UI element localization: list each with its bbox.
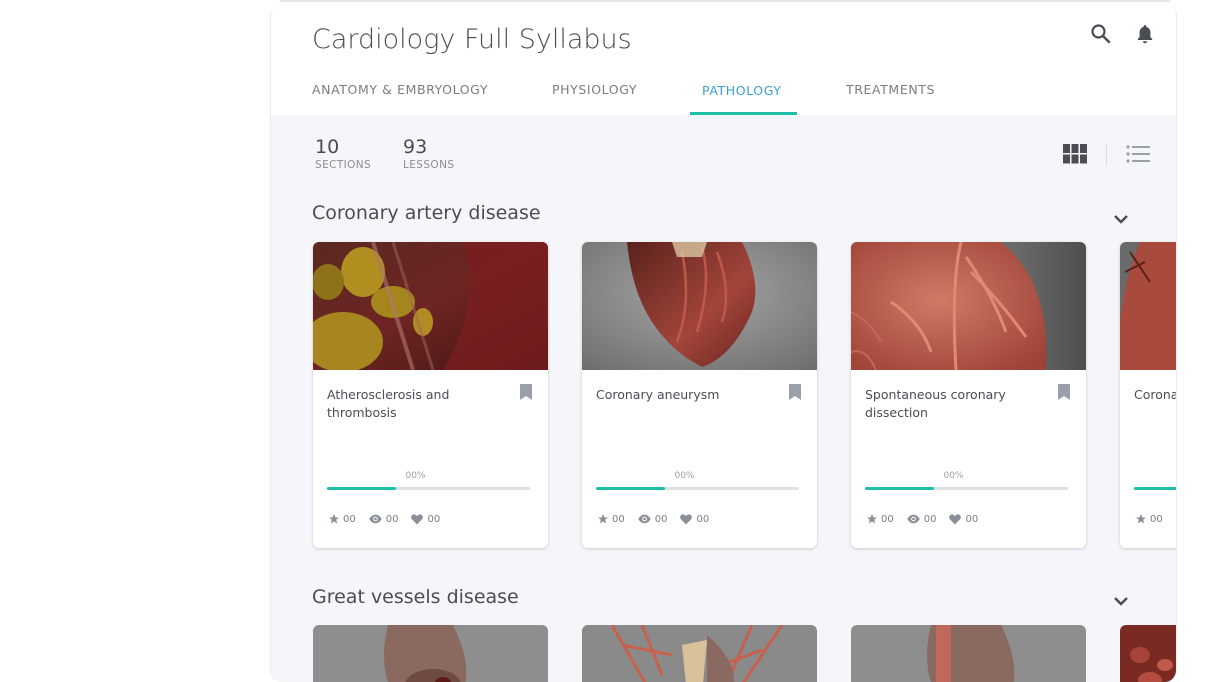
bookmark-icon[interactable]: [1057, 384, 1071, 400]
progress-fill: [865, 487, 935, 490]
chevron-down-icon[interactable]: [1113, 595, 1129, 607]
eye-icon: [368, 514, 382, 524]
progress-bar: [596, 487, 799, 490]
chevron-down-icon[interactable]: [1113, 213, 1129, 225]
stars-count: 00: [343, 513, 356, 525]
lesson-meta: 00 00 00: [866, 513, 990, 525]
progress-bar: [327, 487, 530, 490]
lesson-card-thumbnail[interactable]: [582, 625, 817, 682]
lesson-meta: 00: [1135, 513, 1175, 525]
list-view-icon[interactable]: [1126, 144, 1150, 164]
lesson-title: Atherosclerosis and thrombosis: [327, 387, 450, 420]
eye-icon: [906, 514, 920, 524]
sections-count: 10: [315, 136, 340, 158]
lesson-thumbnail: [1120, 625, 1176, 682]
stars-count: 00: [1150, 513, 1163, 525]
star-icon: [1136, 514, 1146, 524]
page-title: Cardiology Full Syllabus: [312, 24, 632, 55]
heart-icon: [949, 514, 962, 525]
progress-fill: [596, 487, 666, 490]
lesson-card-thumbnail[interactable]: [851, 625, 1086, 682]
heart-icon: [680, 514, 693, 525]
likes-count: 00: [696, 513, 710, 525]
lesson-thumbnail: [582, 242, 817, 370]
grid-view-icon[interactable]: [1063, 144, 1087, 164]
star-icon: [598, 514, 608, 524]
progress-fill: [327, 487, 397, 490]
sections-label: SECTIONS: [315, 159, 372, 171]
likes-count: 00: [965, 513, 979, 525]
views-count: 00: [923, 513, 937, 525]
views-count: 00: [385, 513, 399, 525]
tab-bar: ANATOMY & EMBRYOLOGY PHYSIOLOGY PATHOLOG…: [271, 78, 1176, 115]
tab-pathology[interactable]: PATHOLOGY: [702, 83, 782, 98]
lesson-title: Corona: [1134, 387, 1177, 402]
top-divider: [280, 0, 1170, 2]
lesson-card[interactable]: Atherosclerosis and thrombosis 00% 00 00…: [313, 242, 548, 548]
star-icon: [867, 514, 877, 524]
stat-lessons: 93 LESSONS: [403, 136, 454, 171]
bell-icon[interactable]: [1133, 22, 1157, 46]
tab-treatments[interactable]: TREATMENTS: [846, 82, 935, 97]
heart-icon: [411, 514, 424, 525]
lesson-thumbnail: [851, 625, 1086, 682]
progress-bar: [865, 487, 1068, 490]
progress-label: 00%: [943, 471, 964, 481]
tab-physiology[interactable]: PHYSIOLOGY: [552, 82, 637, 97]
progress-label: 00%: [674, 471, 695, 481]
bookmark-icon[interactable]: [788, 384, 802, 400]
stars-count: 00: [881, 513, 894, 525]
lesson-meta: 00 00 00: [597, 513, 721, 525]
search-icon[interactable]: [1089, 22, 1113, 46]
lesson-title: Spontaneous coronary dissection: [865, 387, 1006, 420]
lesson-thumbnail: [582, 625, 817, 682]
lesson-card-thumbnail[interactable]: [1120, 625, 1176, 682]
section-title: Coronary artery disease: [312, 202, 541, 224]
progress-label: 00%: [405, 471, 426, 481]
active-tab-indicator: [690, 112, 797, 115]
tab-anatomy-embryology[interactable]: ANATOMY & EMBRYOLOGY: [312, 82, 488, 97]
likes-count: 00: [427, 513, 441, 525]
bookmark-icon[interactable]: [519, 384, 533, 400]
lesson-thumbnail: [851, 242, 1086, 370]
header: Cardiology Full Syllabus ANATOMY & EMBRY…: [271, 6, 1176, 115]
view-toggle-divider: [1106, 144, 1107, 166]
lesson-thumbnail: [313, 242, 548, 370]
lesson-card[interactable]: Coronary aneurysm 00% 00 00 00: [582, 242, 817, 548]
lesson-title: Coronary aneurysm: [596, 387, 720, 402]
lesson-thumbnail: [313, 625, 548, 682]
lesson-card-thumbnail[interactable]: [313, 625, 548, 682]
stars-count: 00: [612, 513, 625, 525]
eye-icon: [637, 514, 651, 524]
section-title: Great vessels disease: [312, 586, 519, 608]
lesson-card[interactable]: Corona 00: [1120, 242, 1177, 548]
progress-fill: [1134, 487, 1176, 490]
progress-bar: [1134, 487, 1176, 490]
lesson-meta: 00 00 00: [328, 513, 452, 525]
stat-sections: 10 SECTIONS: [315, 136, 371, 171]
syllabus-panel: Cardiology Full Syllabus ANATOMY & EMBRY…: [270, 6, 1177, 682]
views-count: 00: [654, 513, 668, 525]
lessons-count: 93: [403, 136, 428, 158]
lesson-thumbnail: [1120, 242, 1176, 370]
lesson-card[interactable]: Spontaneous coronary dissection 00% 00 0…: [851, 242, 1086, 548]
star-icon: [329, 514, 339, 524]
lessons-label: LESSONS: [403, 159, 455, 171]
